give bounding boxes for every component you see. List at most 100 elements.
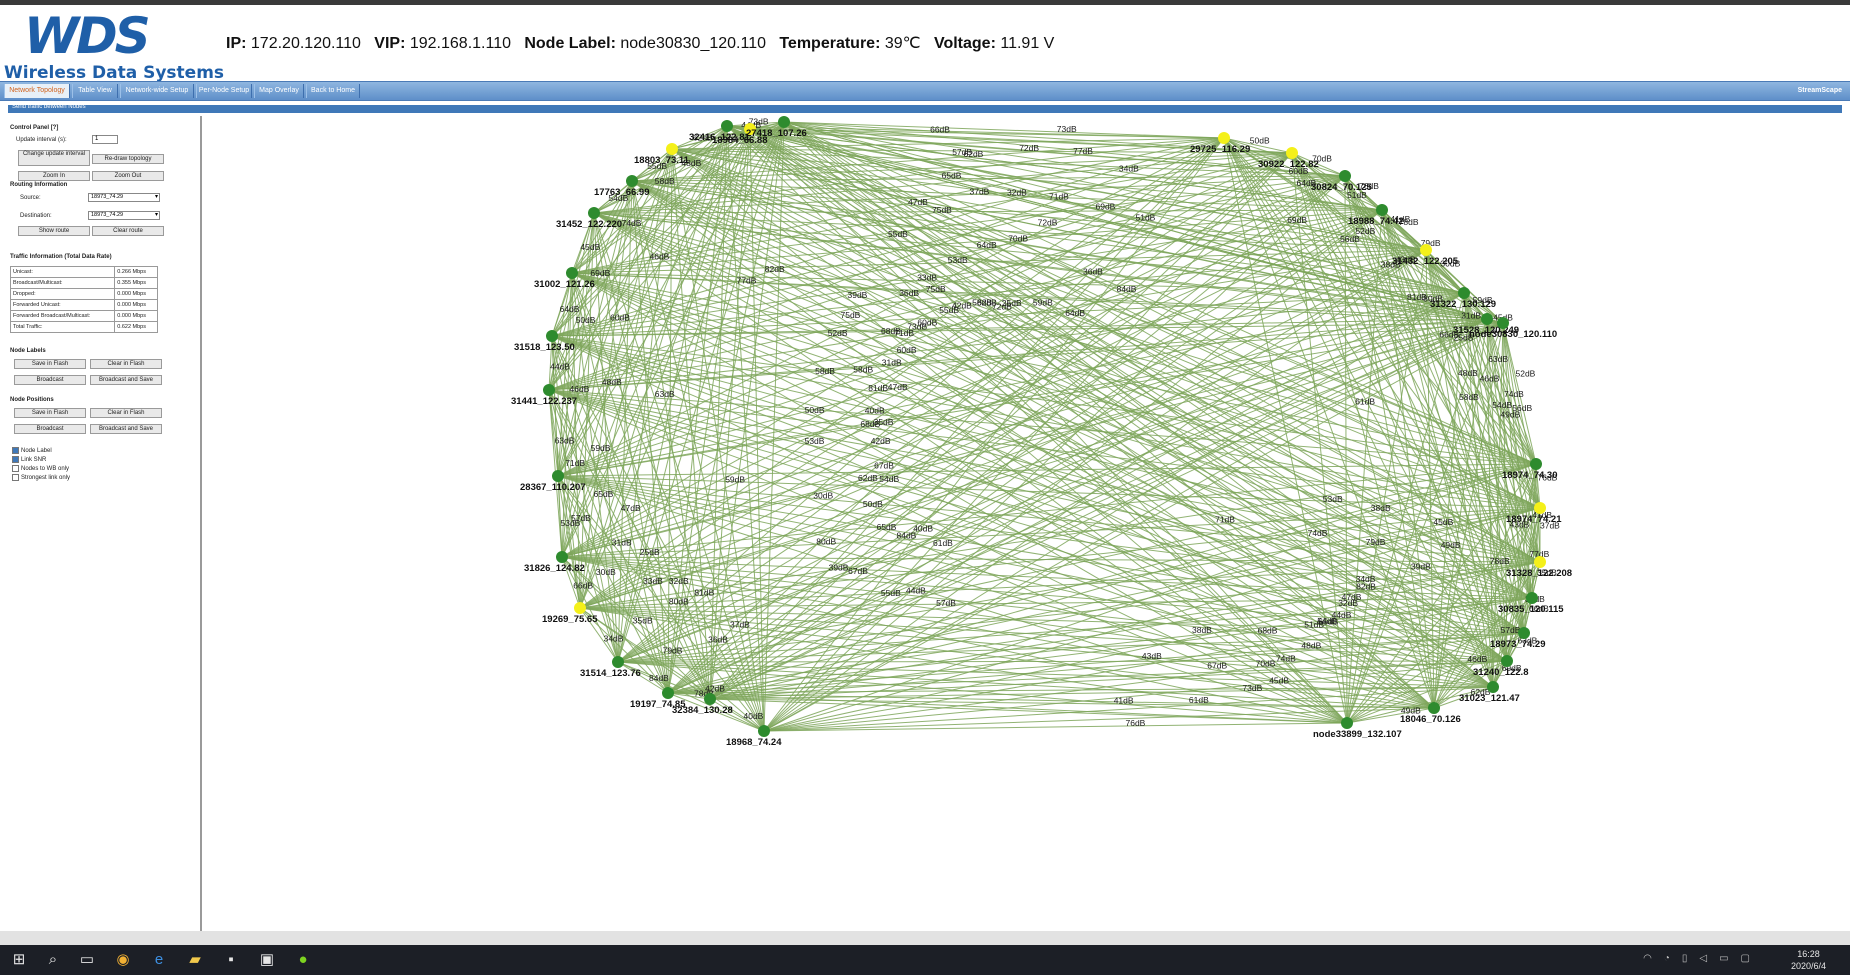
- node-marker[interactable]: [662, 687, 674, 699]
- wechat-icon[interactable]: ●: [294, 951, 312, 969]
- topology-canvas[interactable]: 66dB 57dB 65dB 47dB 53dB 71dB 59dB 63dB 46dB 48dB…: [202, 116, 1850, 931]
- node-label[interactable]: 31432_122.205: [1392, 256, 1459, 267]
- show-route-button[interactable]: Show route: [18, 226, 90, 236]
- node-marker[interactable]: [1341, 717, 1353, 729]
- node-marker[interactable]: [758, 725, 770, 737]
- node-marker[interactable]: [1428, 702, 1440, 714]
- terminal-icon[interactable]: ▪: [222, 951, 240, 969]
- link-snr-checkbox[interactable]: Link SNR: [12, 456, 46, 463]
- node-label[interactable]: 31518_123.50: [514, 342, 575, 353]
- change-interval-button[interactable]: Change update interval: [18, 150, 90, 166]
- node-label[interactable]: 18974_74.30: [1502, 470, 1557, 481]
- clear-route-button[interactable]: Clear route: [92, 226, 164, 236]
- node-marker[interactable]: [1420, 244, 1432, 256]
- node-marker[interactable]: [543, 384, 555, 396]
- node-label[interactable]: 30922_122.82: [1258, 159, 1319, 170]
- control-help-link[interactable]: [?]: [51, 125, 59, 131]
- node-marker[interactable]: [588, 207, 600, 219]
- node-marker[interactable]: [704, 693, 716, 705]
- node-label[interactable]: 31002_121.26: [534, 279, 595, 290]
- node-label[interactable]: 17763_66.99: [594, 187, 649, 198]
- node-label[interactable]: 30824_70.125: [1311, 182, 1372, 193]
- node-marker[interactable]: [612, 656, 624, 668]
- node-label[interactable]: 31328_122.208: [1506, 568, 1572, 579]
- node-marker[interactable]: [1218, 132, 1230, 144]
- node-label[interactable]: 19197_74.85: [630, 699, 686, 710]
- tab-network-wide-setup[interactable]: Network-wide Setup: [120, 84, 194, 98]
- windows-start-icon[interactable]: ⊞: [10, 951, 28, 969]
- edge-icon[interactable]: e: [150, 951, 168, 969]
- labels-clear-flash-button[interactable]: Clear in Flash: [90, 359, 162, 369]
- node-marker[interactable]: [1534, 556, 1546, 568]
- node-label[interactable]: 31441_122.237: [511, 396, 577, 407]
- node-marker[interactable]: [556, 551, 568, 563]
- node-label[interactable]: 18968_74.24: [726, 737, 782, 748]
- app-window-icon[interactable]: ▣: [258, 951, 276, 969]
- positions-broadcast-button[interactable]: Broadcast: [14, 424, 86, 434]
- node-marker[interactable]: [552, 470, 564, 482]
- source-select[interactable]: 18973_74.29 ▾: [88, 193, 160, 202]
- positions-clear-flash-button[interactable]: Clear in Flash: [90, 408, 162, 418]
- node-marker[interactable]: [1501, 655, 1513, 667]
- node-marker[interactable]: [1487, 681, 1499, 693]
- node-marker[interactable]: [1497, 317, 1509, 329]
- node-marker[interactable]: [1458, 287, 1470, 299]
- node-marker[interactable]: [1481, 313, 1493, 325]
- search-icon[interactable]: ⌕: [44, 951, 62, 969]
- file-explorer-icon[interactable]: ▰: [186, 951, 204, 969]
- node-label[interactable]: 31023_121.47: [1459, 693, 1520, 704]
- tab-table-view[interactable]: Table View: [72, 84, 118, 98]
- node-label[interactable]: 30835_120.115: [1498, 604, 1564, 615]
- zoom-in-button[interactable]: Zoom In: [18, 171, 90, 181]
- destination-select[interactable]: 18973_74.29 ▾: [88, 211, 160, 220]
- labels-save-flash-button[interactable]: Save in Flash: [14, 359, 86, 369]
- zoom-out-button[interactable]: Zoom Out: [92, 171, 164, 181]
- tab-back-to-home[interactable]: Back to Home: [306, 84, 360, 98]
- clock[interactable]: 16:28 2020/6/4: [1791, 948, 1826, 972]
- tab-per-node-setup[interactable]: Per-Node Setup: [196, 84, 252, 98]
- node-marker[interactable]: [574, 602, 586, 614]
- node-marker[interactable]: [666, 143, 678, 155]
- node-label[interactable]: 28367_110.207: [520, 482, 586, 493]
- node-label[interactable]: 32416_122.81: [689, 132, 750, 143]
- node-label[interactable]: 19269_75.65: [542, 614, 598, 625]
- send-traffic-bar[interactable]: Send traffic between Nodes: [8, 104, 1842, 113]
- node-label[interactable]: 31514_123.76: [580, 668, 641, 679]
- node-label[interactable]: node33899_132.107: [1313, 729, 1402, 740]
- chrome-icon[interactable]: ◉: [114, 951, 132, 969]
- tab-network-topology[interactable]: Network Topology: [4, 84, 70, 98]
- nodes-to-wb-checkbox[interactable]: Nodes to WB only: [12, 465, 69, 472]
- node-marker[interactable]: [546, 330, 558, 342]
- node-marker[interactable]: [1339, 170, 1351, 182]
- node-marker[interactable]: [626, 175, 638, 187]
- node-marker[interactable]: [1530, 458, 1542, 470]
- labels-broadcast-button[interactable]: Broadcast: [14, 375, 86, 385]
- redraw-topology-button[interactable]: Re-draw topology: [92, 154, 164, 164]
- update-interval-input[interactable]: 1: [92, 135, 118, 144]
- node-marker[interactable]: [1518, 627, 1530, 639]
- strongest-link-checkbox[interactable]: Strongest link only: [12, 474, 70, 481]
- system-tray[interactable]: ◠◔▯◁▭▢: [1643, 953, 1762, 964]
- node-label-checkbox[interactable]: Node Label: [12, 447, 52, 454]
- node-label[interactable]: 18988_74.42: [1348, 216, 1403, 227]
- node-label[interactable]: 31452_122.220: [556, 219, 622, 230]
- node-label[interactable]: node30830_120.110: [1469, 329, 1557, 340]
- node-label[interactable]: 31240_122.8: [1473, 667, 1528, 678]
- node-label[interactable]: 18973_74.29: [1490, 639, 1545, 650]
- node-marker[interactable]: [1526, 592, 1538, 604]
- node-marker[interactable]: [721, 120, 733, 132]
- positions-broadcast-save-button[interactable]: Broadcast and Save: [90, 424, 162, 434]
- node-label[interactable]: 31826_124.82: [524, 563, 585, 574]
- node-marker[interactable]: [1534, 502, 1546, 514]
- node-marker[interactable]: [1376, 204, 1388, 216]
- node-label[interactable]: 18046_70.126: [1400, 714, 1461, 725]
- task-view-icon[interactable]: ▭: [78, 951, 96, 969]
- node-label[interactable]: 18803_73.11: [634, 155, 690, 166]
- node-marker[interactable]: [1286, 147, 1298, 159]
- node-label[interactable]: 29725_116.29: [1190, 144, 1250, 155]
- positions-save-flash-button[interactable]: Save in Flash: [14, 408, 86, 418]
- node-marker[interactable]: [778, 116, 790, 128]
- node-label[interactable]: 18974_74.21: [1506, 514, 1562, 525]
- topology-graph[interactable]: 66dB57dB65dB47dB53dB71dB59dB63dB46dB48dB…: [202, 116, 1850, 931]
- node-label[interactable]: 27418_107.26: [746, 128, 807, 139]
